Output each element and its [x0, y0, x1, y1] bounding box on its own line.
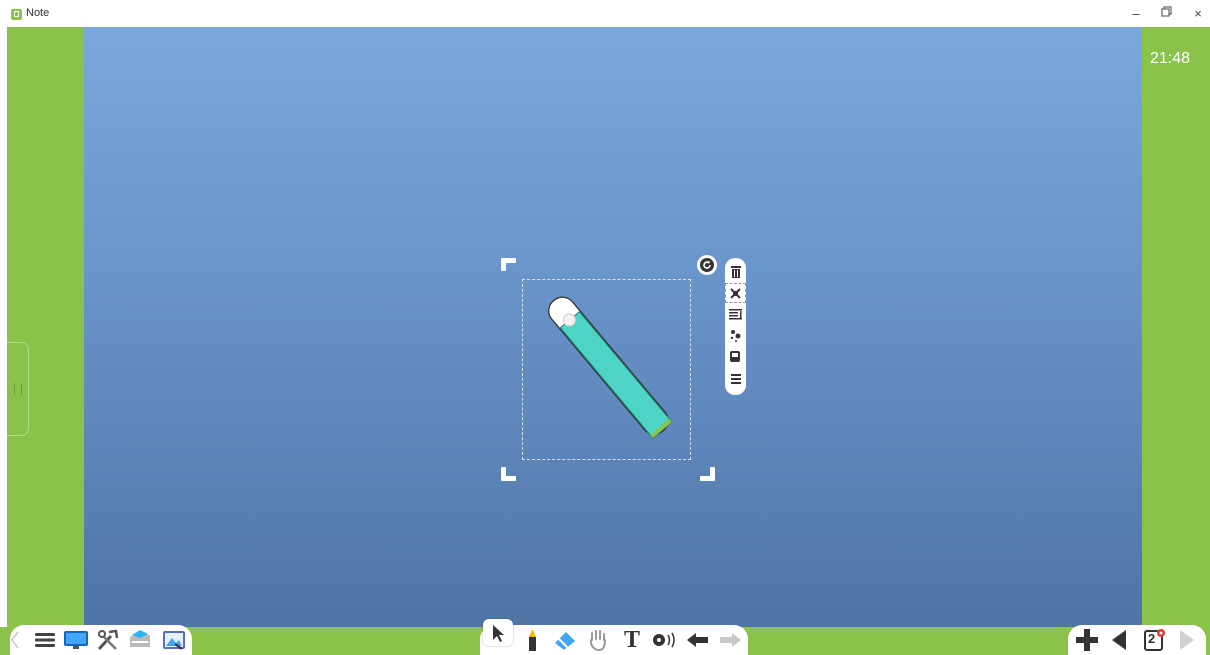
center-tray: T: [480, 625, 748, 655]
delete-icon: [730, 266, 741, 278]
right-tray: 2: [1068, 625, 1206, 655]
more-menu-button[interactable]: [725, 368, 746, 388]
menu-button[interactable]: [32, 625, 58, 655]
left-tray: [10, 625, 192, 655]
collapse-left-button[interactable]: [8, 625, 22, 655]
eraser-button[interactable]: [550, 625, 580, 655]
image-icon: [163, 631, 185, 650]
sound-icon: [653, 632, 675, 648]
text-button[interactable]: T: [618, 625, 646, 655]
resources-button[interactable]: [126, 625, 154, 655]
pan-button[interactable]: [584, 625, 612, 655]
lock-icon: [730, 287, 741, 299]
menu-icon: [35, 633, 55, 647]
next-page-icon: [1180, 630, 1194, 650]
selection-corners: [501, 258, 715, 481]
monitor-icon: [64, 631, 88, 649]
pen-button[interactable]: [518, 625, 546, 655]
next-page-button[interactable]: [1174, 625, 1200, 655]
pen-icon: [529, 629, 536, 651]
tools-button[interactable]: [94, 625, 122, 655]
page-number: 2: [1148, 631, 1156, 646]
align-button[interactable]: [725, 304, 746, 324]
page-list-button[interactable]: 2: [1140, 625, 1170, 655]
select-button[interactable]: [483, 619, 513, 646]
rotate-icon: [700, 258, 714, 272]
tools-icon: [97, 629, 119, 651]
add-page-icon: [1076, 629, 1098, 651]
layer-button[interactable]: [725, 346, 746, 366]
redo-icon: [720, 633, 741, 647]
object-toolbar: [725, 258, 746, 395]
previous-page-icon: [1112, 630, 1126, 650]
sound-button[interactable]: [650, 625, 680, 655]
chevron-left-icon: [11, 631, 19, 649]
display-button[interactable]: [62, 625, 90, 655]
rotate-button[interactable]: [697, 255, 717, 275]
select-cursor-icon: [493, 624, 504, 642]
undo-button[interactable]: [684, 625, 712, 655]
layer-icon: [730, 350, 740, 362]
align-icon: [729, 308, 742, 319]
effects-icon: [730, 329, 741, 342]
lock-button[interactable]: [725, 283, 746, 303]
eraser-icon: [555, 632, 575, 650]
gallery-button[interactable]: [160, 625, 188, 655]
redo-button[interactable]: [716, 625, 744, 655]
previous-page-button[interactable]: [1106, 625, 1132, 655]
effects-button[interactable]: [725, 325, 746, 345]
hand-icon: [589, 630, 606, 652]
delete-button[interactable]: [725, 262, 746, 282]
test-tube-object: [548, 296, 673, 439]
folder-icon: [130, 630, 150, 647]
more-menu-icon: [730, 373, 741, 384]
add-page-button[interactable]: [1072, 625, 1102, 655]
undo-icon: [687, 633, 708, 647]
